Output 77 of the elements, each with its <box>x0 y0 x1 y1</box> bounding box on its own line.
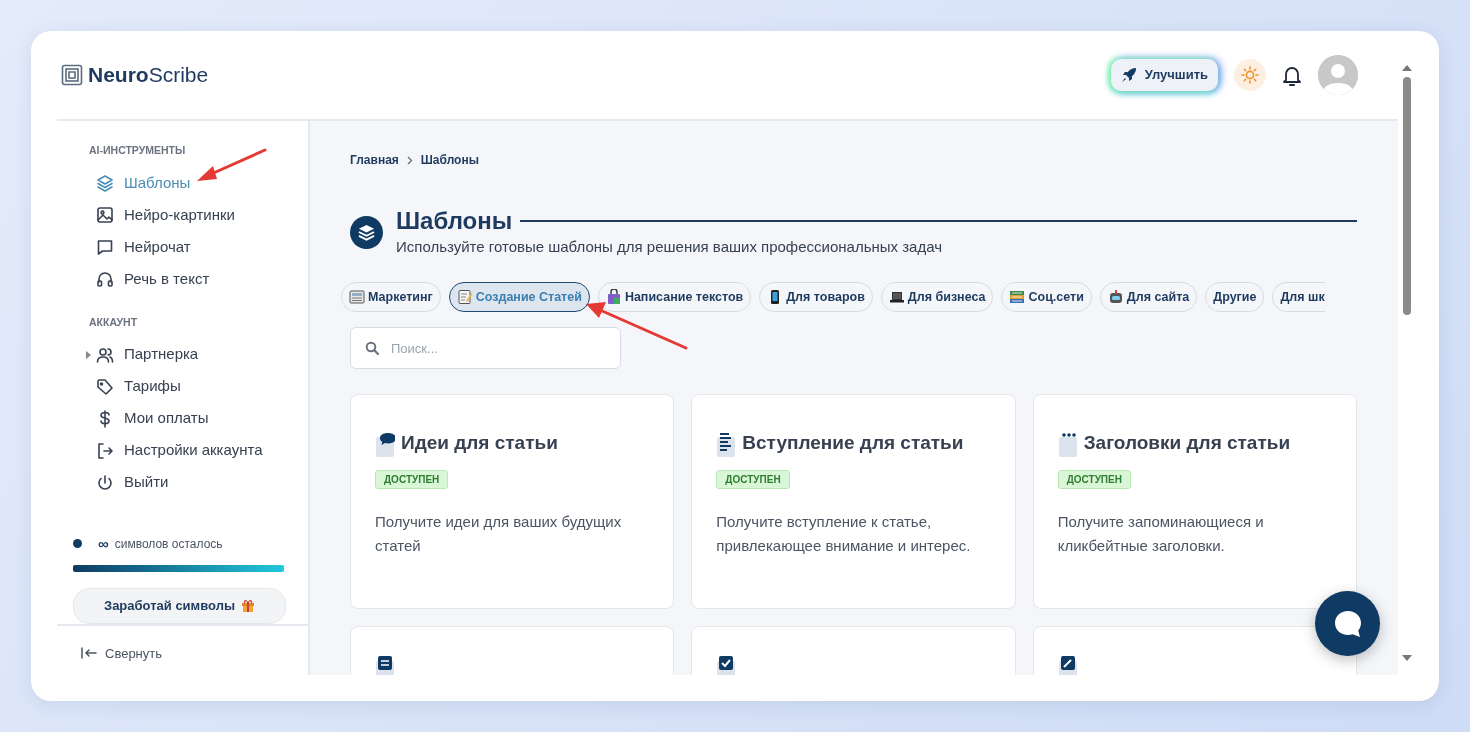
pen-icon <box>1057 655 1078 675</box>
category-chip[interactable]: Создание Статей <box>448 282 590 313</box>
sidebar-item[interactable]: Настройки аккаунта <box>57 434 308 467</box>
category-chip[interactable]: Для шк <box>1272 282 1325 313</box>
section-heading: АККАУНТ <box>88 314 139 330</box>
category-chip[interactable]: Для бизнеса <box>880 282 994 313</box>
caret-icon <box>86 350 91 359</box>
earn-credits-button[interactable]: Заработай символы <box>73 588 286 624</box>
category-chip[interactable]: Другие <box>1205 282 1265 313</box>
status-badge: ДОСТУПЕН <box>375 469 449 489</box>
text-lines-icon <box>716 430 737 457</box>
upgrade-button[interactable]: Улучшить <box>1110 59 1218 91</box>
dots-icon <box>1057 430 1078 457</box>
headphones-icon <box>96 269 114 288</box>
title-icon <box>350 216 383 250</box>
page-subtitle: Используйте готовые шаблоны для решения ваших профессиональных задач <box>396 236 943 257</box>
sidebar-item[interactable]: Выйти <box>57 466 308 499</box>
card-description: Получите идеи для ваших будущих статей <box>375 511 623 556</box>
power-icon <box>96 473 114 492</box>
status-badge: ДОСТУПЕН <box>1057 469 1131 489</box>
card-title: Заголовки для статьи <box>1083 431 1291 456</box>
status-badge: ДОСТУПЕН <box>716 469 790 489</box>
scrollbar-thumb[interactable] <box>1403 77 1411 315</box>
notepad-icon <box>456 289 473 306</box>
category-chip[interactable]: Для сайта <box>1099 282 1198 313</box>
sidebar-item[interactable]: Партнерка <box>57 338 308 371</box>
robot-icon <box>1107 289 1124 306</box>
collapse-button[interactable]: Свернуть <box>81 643 162 663</box>
bell-icon <box>1282 64 1302 87</box>
template-card[interactable]: Идеи для статьи ДОСТУПЕН Получите идеи для ваших будущих статей <box>350 394 675 610</box>
template-card[interactable]: Заголовки для статьи ДОСТУПЕН Получите запоминающиеся и кликбейтные заголовки. <box>1032 394 1357 610</box>
tag-icon <box>96 377 114 396</box>
gift-icon <box>241 598 255 613</box>
card-title: Вступление для статьи <box>742 431 964 456</box>
sidebar-item[interactable]: Шаблоны <box>57 166 308 199</box>
breadcrumb-item: Шаблоны <box>420 152 479 169</box>
breadcrumb-item[interactable]: Главная <box>350 151 399 169</box>
sun-icon <box>1241 66 1259 84</box>
category-chip[interactable]: Соц.сети <box>1001 282 1092 313</box>
exit-icon <box>96 441 114 460</box>
section-heading: AI-ИНСТРУМЕНТЫ <box>88 143 187 158</box>
credits-amount: ∞ <box>98 533 109 554</box>
sidebar-item[interactable]: Речь в текст <box>57 262 308 295</box>
rocket-icon <box>1120 67 1137 83</box>
search-icon <box>365 341 379 356</box>
credits-label: символов осталось <box>114 535 223 553</box>
brand-logo: NeuroScribe <box>88 62 209 89</box>
card-description: Получите запоминающиеся и кликбейтные заголовки. <box>1057 511 1265 556</box>
sidebar-item[interactable]: Нейрочат <box>57 230 308 263</box>
sidebar-item[interactable]: Мои оплаты <box>57 402 308 435</box>
laptop-icon <box>888 289 905 306</box>
category-chip[interactable]: Для товаров <box>759 282 873 313</box>
category-chip[interactable]: Написание текстов <box>597 282 752 313</box>
chat-icon <box>96 237 114 256</box>
newspaper-icon <box>349 289 365 306</box>
collapse-icon <box>81 647 97 660</box>
card-title: Идеи для статьи <box>401 431 558 456</box>
theme-toggle-button[interactable] <box>1234 59 1266 91</box>
checkmark-icon <box>716 655 737 675</box>
search-field[interactable]: Поиск... <box>350 327 621 370</box>
layers-icon <box>96 173 114 192</box>
card-description: Получите вступление к статье, привлекающее внимание и интерес. <box>716 511 972 556</box>
books-icon <box>1009 289 1026 306</box>
sidebar-item[interactable]: Нейро-картинки <box>57 198 308 231</box>
chevron-icon <box>406 155 413 165</box>
image-icon <box>96 205 114 224</box>
scroll-up-icon[interactable] <box>1402 65 1412 71</box>
template-card[interactable]: Вступление для статьи ДОСТУПЕН Получите вступление к статье, привлекающее внимание и интерес. <box>691 394 1016 610</box>
users-icon <box>96 345 114 364</box>
bag-icon <box>605 289 622 306</box>
logo-icon <box>61 64 83 86</box>
sidebar-item[interactable]: Тарифы <box>57 370 308 403</box>
page-title: Шаблоны <box>396 207 513 236</box>
scroll-down-icon[interactable] <box>1402 655 1412 661</box>
document-icon <box>375 655 395 675</box>
category-chip[interactable]: Маркетинг <box>341 282 441 313</box>
speech-bubble-icon <box>375 430 395 457</box>
